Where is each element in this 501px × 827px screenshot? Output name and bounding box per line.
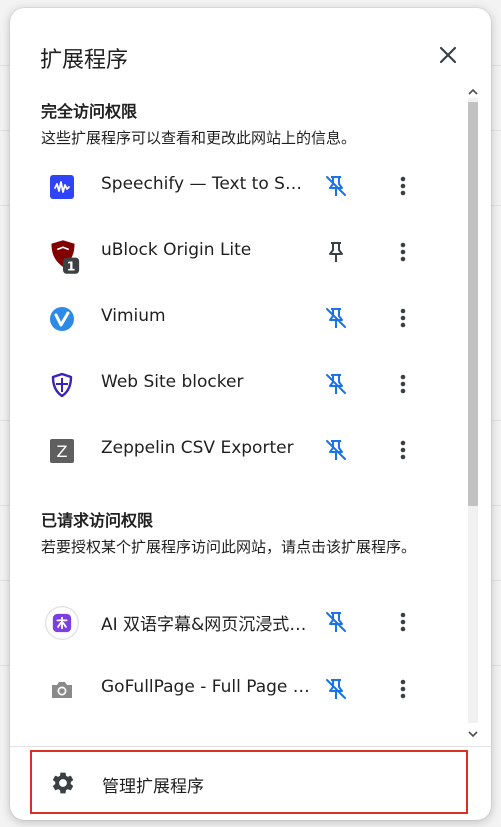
zeppelin-letter: Z	[57, 442, 68, 461]
more-options-button[interactable]	[390, 675, 416, 703]
manage-extensions-button[interactable]: 管理扩展程序	[30, 750, 468, 814]
extension-row-speechify[interactable]: Speechify — Text to Speech	[10, 156, 466, 216]
more-vert-icon	[400, 176, 406, 196]
section-description-requested-access: 若要授权某个扩展程序访问此网站，请点击该扩展程序。	[41, 538, 417, 556]
more-options-button[interactable]	[390, 370, 416, 398]
unpinned-icon	[326, 440, 346, 460]
extension-name: uBlock Origin Lite	[101, 240, 252, 260]
manage-extensions-label: 管理扩展程序	[102, 777, 204, 797]
scroll-up-arrow-icon[interactable]	[467, 86, 479, 98]
more-options-button[interactable]	[390, 238, 416, 266]
extension-name: Zeppelin CSV Exporter	[101, 438, 294, 458]
extension-name: AI 双语字幕&网页沉浸式翻译	[101, 615, 311, 635]
scrollbar[interactable]	[466, 80, 480, 744]
zeppelin-z-icon: Z	[50, 439, 74, 463]
pin-button[interactable]	[322, 608, 350, 636]
pinned-icon	[329, 242, 343, 262]
extensions-menu: 扩展程序 完全访问权限 这些扩展程序可以查看和更改此网站上的信息。 Speech…	[10, 8, 491, 820]
section-title-requested-access: 已请求访问权限	[41, 511, 154, 530]
footer-divider	[10, 746, 491, 747]
pin-button[interactable]	[322, 370, 350, 398]
pin-button[interactable]	[322, 675, 350, 703]
extension-row-vimium[interactable]: Vimium	[10, 288, 466, 348]
more-vert-icon	[400, 679, 406, 699]
extension-name: Speechify — Text to Speech	[101, 174, 311, 194]
ublock-shield-icon: 1	[51, 240, 80, 274]
more-vert-icon	[400, 242, 406, 262]
extension-badge: 1	[67, 258, 76, 273]
scrollbar-thumb[interactable]	[468, 102, 478, 506]
pin-button[interactable]	[322, 304, 350, 332]
more-options-button[interactable]	[390, 304, 416, 332]
extension-name: Vimium	[101, 306, 166, 326]
more-vert-icon	[400, 374, 406, 394]
unpinned-icon	[326, 308, 346, 328]
more-options-button[interactable]	[390, 436, 416, 464]
unpinned-icon	[326, 612, 346, 632]
speechify-icon	[50, 175, 74, 199]
website-blocker-shield-icon	[51, 372, 73, 398]
camera-icon	[52, 682, 72, 698]
section-title-full-access: 完全访问权限	[41, 102, 138, 121]
panel-title: 扩展程序	[40, 48, 129, 73]
more-options-button[interactable]	[390, 172, 416, 200]
more-vert-icon	[400, 308, 406, 328]
more-vert-icon	[400, 440, 406, 460]
close-icon	[439, 46, 457, 64]
extension-row-website-blocker[interactable]: Web Site blocker	[10, 354, 466, 414]
vimium-icon	[50, 307, 74, 331]
unpinned-icon	[326, 176, 346, 196]
extension-row-zeppelin[interactable]: Z Zeppelin CSV Exporter	[10, 420, 466, 480]
pin-button[interactable]	[322, 172, 350, 200]
more-vert-icon	[400, 612, 406, 632]
extension-row-ublock[interactable]: 1 uBlock Origin Lite	[10, 222, 466, 282]
extension-row-ai-translate[interactable]: AI 双语字幕&网页沉浸式翻译	[10, 592, 466, 652]
close-button[interactable]	[434, 41, 462, 69]
more-options-button[interactable]	[390, 608, 416, 636]
unpinned-icon	[326, 374, 346, 394]
scroll-down-arrow-icon[interactable]	[467, 728, 479, 740]
extension-name: Web Site blocker	[101, 372, 244, 392]
ai-translate-icon	[45, 606, 79, 640]
gear-icon	[52, 772, 74, 794]
section-description-full-access: 这些扩展程序可以查看和更改此网站上的信息。	[41, 129, 357, 147]
extension-name: GoFullPage - Full Page Screen Capture	[101, 677, 311, 697]
pin-button[interactable]	[322, 436, 350, 464]
pin-button[interactable]	[322, 238, 350, 266]
extension-row-gofullpage[interactable]: GoFullPage - Full Page Screen Capture	[10, 659, 466, 719]
unpinned-icon	[326, 679, 346, 699]
